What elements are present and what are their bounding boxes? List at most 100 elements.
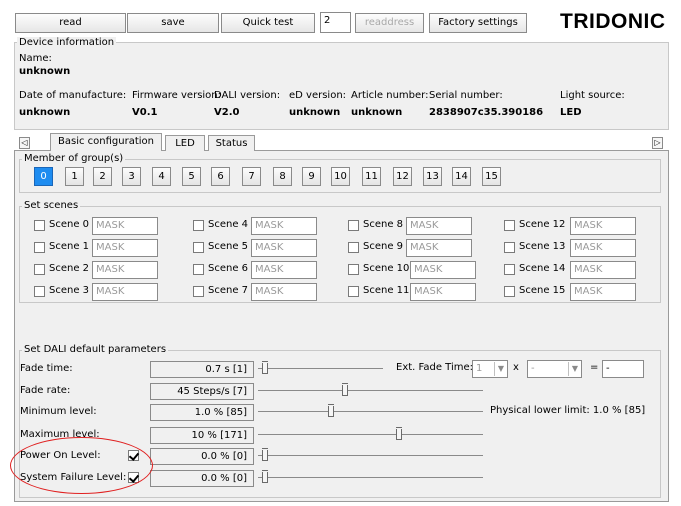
- physical-lower-limit-text: Physical lower limit: 1.0 % [85]: [490, 405, 646, 416]
- scene-mask-input[interactable]: MASK: [251, 283, 317, 301]
- parameter-value: 0.0 % [0]: [150, 448, 254, 465]
- group-button-5[interactable]: 5: [182, 167, 201, 186]
- scene-checkbox[interactable]: [348, 264, 359, 275]
- scene-mask-input[interactable]: MASK: [570, 239, 636, 257]
- scene-checkbox[interactable]: [193, 242, 204, 253]
- scene-label: Scene 12: [519, 219, 566, 230]
- parameter-slider-thumb[interactable]: [328, 404, 334, 417]
- scene-checkbox[interactable]: [504, 242, 515, 253]
- scene-mask-input[interactable]: MASK: [251, 239, 317, 257]
- serial-number-value: 2838907c35.390186: [429, 107, 544, 118]
- parameter-slider-thumb[interactable]: [342, 383, 348, 396]
- group-button-9[interactable]: 9: [302, 167, 321, 186]
- parameter-value: 45 Steps/s [7]: [150, 383, 254, 400]
- scene-mask-input[interactable]: MASK: [92, 239, 158, 257]
- parameter-slider-track[interactable]: [258, 455, 483, 456]
- group-button-0[interactable]: 0: [34, 167, 53, 186]
- group-button-4[interactable]: 4: [152, 167, 171, 186]
- parameter-slider-track[interactable]: [258, 411, 483, 412]
- scene-label: Scene 3: [49, 285, 90, 296]
- scene-checkbox[interactable]: [504, 286, 515, 297]
- group-button-7[interactable]: 7: [242, 167, 261, 186]
- name-value: unknown: [19, 66, 71, 77]
- parameter-slider-thumb[interactable]: [262, 448, 268, 461]
- article-number-value: unknown: [351, 107, 403, 118]
- address-input[interactable]: 2: [320, 12, 351, 33]
- parameter-value: 10 % [171]: [150, 427, 254, 444]
- scene-label: Scene 14: [519, 263, 566, 274]
- scene-checkbox[interactable]: [193, 220, 204, 231]
- scene-label: Scene 13: [519, 241, 566, 252]
- scene-checkbox[interactable]: [504, 264, 515, 275]
- parameter-slider-track[interactable]: [258, 390, 483, 391]
- chevron-down-icon[interactable]: ▼: [568, 362, 581, 376]
- scene-mask-input[interactable]: MASK: [406, 217, 472, 235]
- scene-checkbox[interactable]: [34, 286, 45, 297]
- tab-basic-configuration[interactable]: Basic configuration: [50, 133, 162, 151]
- ed-version-label: eD version:: [289, 90, 347, 101]
- ext-fade-time-label: Ext. Fade Time:: [396, 362, 473, 373]
- scene-mask-input[interactable]: MASK: [570, 283, 636, 301]
- scene-mask-input[interactable]: MASK: [570, 217, 636, 235]
- scene-checkbox[interactable]: [348, 242, 359, 253]
- parameter-slider-thumb[interactable]: [262, 361, 268, 374]
- parameter-label: Fade rate:: [20, 385, 71, 396]
- group-button-6[interactable]: 6: [211, 167, 230, 186]
- quick-test-button[interactable]: Quick test: [221, 13, 315, 33]
- device-info-title: Device information: [17, 37, 117, 49]
- light-source-value: LED: [560, 107, 582, 118]
- scene-mask-input[interactable]: MASK: [410, 283, 476, 301]
- tab-led[interactable]: LED: [165, 135, 205, 151]
- scene-checkbox[interactable]: [34, 264, 45, 275]
- parameter-value: 0.7 s [1]: [150, 361, 254, 378]
- factory-settings-button[interactable]: Factory settings: [429, 13, 527, 33]
- scene-checkbox[interactable]: [504, 220, 515, 231]
- scene-mask-input[interactable]: MASK: [92, 283, 158, 301]
- scene-checkbox[interactable]: [34, 242, 45, 253]
- article-number-label: Article number:: [351, 90, 429, 101]
- parameter-slider-track[interactable]: [258, 477, 483, 478]
- scene-label: Scene 4: [208, 219, 249, 230]
- scene-checkbox[interactable]: [193, 286, 204, 297]
- parameter-slider-track[interactable]: [258, 368, 383, 369]
- ext-fade-equals-sign: =: [590, 362, 599, 373]
- scene-mask-input[interactable]: MASK: [251, 261, 317, 279]
- read-button[interactable]: read: [15, 13, 126, 33]
- scene-mask-input[interactable]: MASK: [406, 239, 472, 257]
- parameter-slider-thumb[interactable]: [396, 427, 402, 440]
- scene-mask-input[interactable]: MASK: [92, 217, 158, 235]
- group-button-8[interactable]: 8: [273, 167, 292, 186]
- name-label: Name:: [19, 53, 52, 64]
- parameter-slider-thumb[interactable]: [262, 470, 268, 483]
- scene-mask-input[interactable]: MASK: [570, 261, 636, 279]
- group-button-12[interactable]: 12: [393, 167, 412, 186]
- group-button-11[interactable]: 11: [362, 167, 381, 186]
- tab-scroll-left-button[interactable]: ◁: [19, 137, 30, 149]
- scene-mask-input[interactable]: MASK: [251, 217, 317, 235]
- group-button-1[interactable]: 1: [65, 167, 84, 186]
- parameter-slider-track[interactable]: [258, 434, 483, 435]
- scene-mask-input[interactable]: MASK: [92, 261, 158, 279]
- scene-checkbox[interactable]: [348, 286, 359, 297]
- tab-status[interactable]: Status: [208, 135, 255, 151]
- group-button-13[interactable]: 13: [423, 167, 442, 186]
- group-button-15[interactable]: 15: [482, 167, 501, 186]
- scene-checkbox[interactable]: [193, 264, 204, 275]
- scene-label: Scene 1: [49, 241, 90, 252]
- readdress-button[interactable]: readdress: [355, 13, 424, 33]
- scene-checkbox[interactable]: [348, 220, 359, 231]
- scenes-title: Set scenes: [22, 200, 81, 212]
- scene-checkbox[interactable]: [34, 220, 45, 231]
- group-button-3[interactable]: 3: [122, 167, 141, 186]
- scene-mask-input[interactable]: MASK: [410, 261, 476, 279]
- firmware-version-value: V0.1: [132, 107, 158, 118]
- group-button-14[interactable]: 14: [452, 167, 471, 186]
- ext-fade-times-sign: x: [513, 362, 519, 373]
- parameter-label: Minimum level:: [20, 406, 97, 417]
- group-button-10[interactable]: 10: [331, 167, 350, 186]
- group-button-2[interactable]: 2: [93, 167, 112, 186]
- chevron-down-icon[interactable]: ▼: [494, 362, 507, 376]
- scene-label: Scene 5: [208, 241, 249, 252]
- save-button[interactable]: save: [127, 13, 219, 33]
- tab-scroll-right-button[interactable]: ▷: [652, 137, 663, 149]
